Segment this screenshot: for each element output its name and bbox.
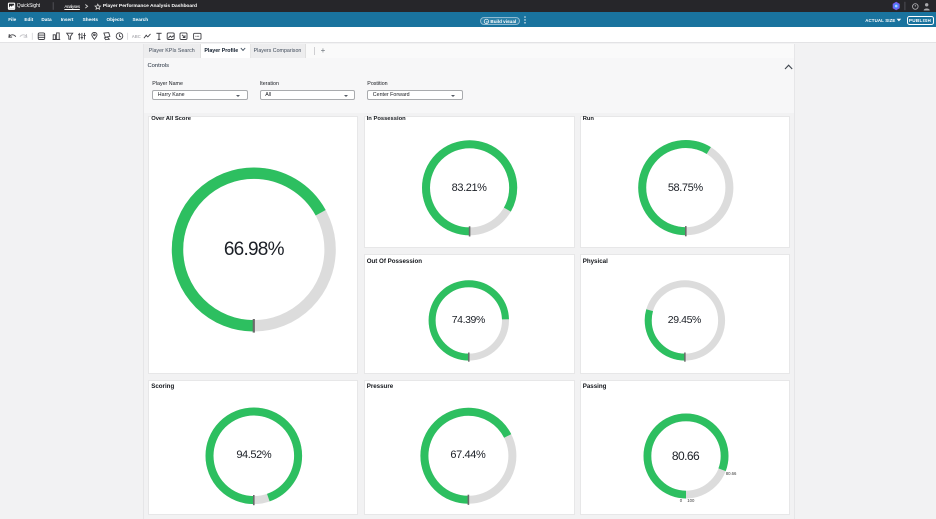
svg-text:ABC: ABC: [132, 34, 141, 39]
